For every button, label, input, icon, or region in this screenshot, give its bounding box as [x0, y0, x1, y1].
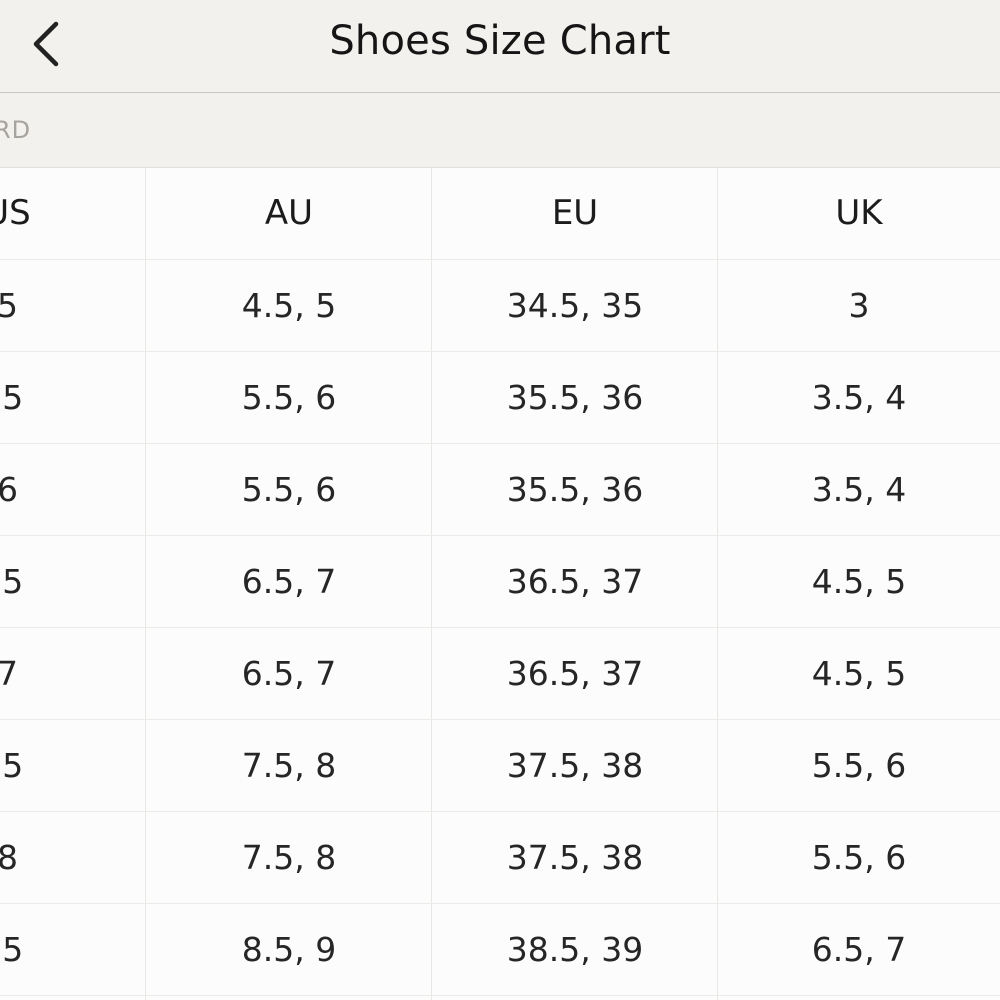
cell-eu: 34.5, 35: [506, 286, 644, 325]
cell-uk: 6.5, 7: [811, 930, 907, 969]
cell-au: 6.5, 7: [241, 654, 337, 693]
cell-au: 4.5, 5: [241, 286, 337, 325]
cell-uk: 5.5, 6: [811, 838, 907, 877]
navigation-bar: Shoes Size Chart: [0, 0, 1000, 93]
cell-eu: 37.5, 38: [506, 746, 644, 785]
cell-au: 6.5, 7: [241, 562, 337, 601]
table-row: 8 7.5, 8 37.5, 38 5.5, 6: [0, 812, 1000, 904]
column-header-au: AU: [264, 193, 314, 233]
cell-au: 8.5, 9: [241, 930, 337, 969]
table-row: .5 6.5, 7 36.5, 37 4.5, 5: [0, 536, 1000, 628]
shoe-size-chart-screen: Shoes Size Chart RD US AU EU UK 5 4.5, 5…: [0, 0, 1000, 1000]
cell-uk: 5.5, 6: [811, 746, 907, 785]
table-row: .5 5.5, 6 35.5, 36 3.5, 4: [0, 352, 1000, 444]
column-header-us: US: [0, 193, 31, 233]
cell-au: 7.5, 8: [241, 838, 337, 877]
table-header-row: US AU EU UK: [0, 168, 1000, 260]
back-button[interactable]: [14, 8, 78, 80]
cell-uk: 4.5, 5: [811, 654, 907, 693]
table-row: 7 6.5, 7 36.5, 37 4.5, 5: [0, 628, 1000, 720]
cell-eu: 36.5, 37: [506, 562, 644, 601]
table-row: 6 5.5, 6 35.5, 36 3.5, 4: [0, 444, 1000, 536]
cell-eu: 37.5, 38: [506, 838, 644, 877]
cell-eu: 35.5, 36: [506, 378, 644, 417]
cell-uk: 3: [848, 286, 870, 325]
cell-eu: 35.5, 36: [506, 470, 644, 509]
cell-uk: 3.5, 4: [811, 470, 907, 509]
cell-au: 7.5, 8: [241, 746, 337, 785]
table-row: .5 8.5, 9 38.5, 39 6.5, 7: [0, 904, 1000, 996]
cell-eu: 36.5, 37: [506, 654, 644, 693]
cell-au: 5.5, 6: [241, 378, 337, 417]
size-table: US AU EU UK 5 4.5, 5 34.5, 35 3 .5 5.5, …: [0, 168, 1000, 1000]
chevron-left-icon: [29, 19, 63, 69]
table-row: 5 4.5, 5 34.5, 35 3: [0, 260, 1000, 352]
cell-us: 7: [0, 654, 18, 693]
cell-eu: 38.5, 39: [506, 930, 644, 969]
page-title: Shoes Size Chart: [329, 18, 671, 64]
cell-us: .5: [0, 746, 24, 785]
section-header: RD: [0, 93, 1000, 168]
cell-us: 8: [0, 838, 18, 877]
cell-us: 5: [0, 286, 18, 325]
column-header-uk: UK: [835, 193, 883, 233]
cell-us: .5: [0, 562, 24, 601]
cell-us: 6: [0, 470, 18, 509]
table-row: .5 7.5, 8 37.5, 38 5.5, 6: [0, 720, 1000, 812]
cell-au: 5.5, 6: [241, 470, 337, 509]
cell-us: .5: [0, 378, 24, 417]
cell-us: .5: [0, 930, 24, 969]
cell-uk: 4.5, 5: [811, 562, 907, 601]
section-label: RD: [0, 116, 32, 144]
cell-uk: 3.5, 4: [811, 378, 907, 417]
column-header-eu: EU: [551, 193, 599, 233]
